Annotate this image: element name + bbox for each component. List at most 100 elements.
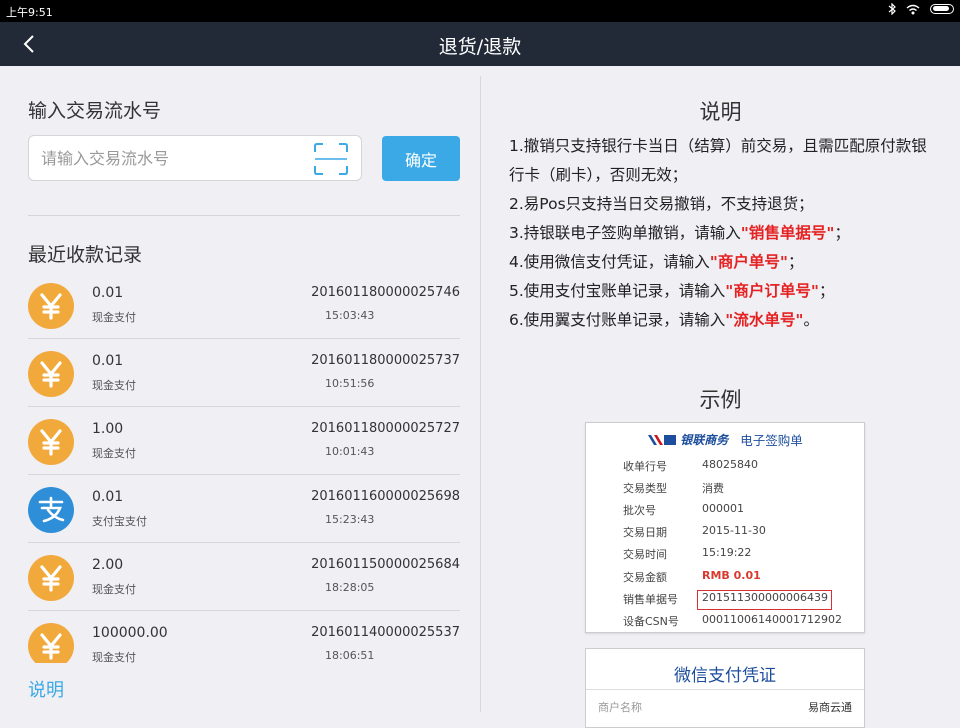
- confirm-button[interactable]: 确定: [382, 136, 460, 181]
- bluetooth-icon: [888, 3, 896, 15]
- note-item: 4.使用微信支付凭证，请输入"商户单号"；: [509, 248, 939, 277]
- note-highlight: "商户订单号": [725, 282, 819, 300]
- yuan-icon: [28, 419, 74, 465]
- note-text: 1.撤销只支持银行卡当日（结算）前交易，且需匹配原付款银行卡（刷卡），否则无效；: [509, 137, 927, 184]
- record-time: 18:28:05: [325, 581, 375, 594]
- record-row[interactable]: 2.00 现金支付 201601150000025684 18:28:05: [28, 543, 460, 611]
- record-method: 现金支付: [92, 651, 136, 663]
- receipt-row-value: 2015-11-30: [702, 524, 766, 537]
- record-number: 201601180000025737: [311, 353, 460, 368]
- record-row[interactable]: 0.01 现金支付 201601180000025737 10:51:56: [28, 339, 460, 407]
- record-method: 现金支付: [92, 583, 136, 596]
- record-time: 18:06:51: [325, 649, 375, 662]
- app-bar: 退货/退款: [0, 22, 960, 66]
- record-row[interactable]: 100000.00 现金支付 201601140000025537 18:06:51: [28, 611, 460, 663]
- record-number: 201601180000025746: [311, 285, 460, 300]
- record-row[interactable]: 0.01 支付宝支付 201601160000025698 15:23:43: [28, 475, 460, 543]
- note-highlight: "流水单号": [725, 311, 804, 329]
- record-number: 201601150000025684: [311, 557, 460, 572]
- record-row[interactable]: 1.00 现金支付 201601180000025727 10:01:43: [28, 407, 460, 475]
- record-time: 15:23:43: [325, 513, 375, 526]
- section-divider: [28, 215, 460, 216]
- receipt-row-value: 15:19:22: [702, 546, 752, 559]
- note-text: 5.使用支付宝账单记录，请输入: [509, 282, 726, 300]
- note-highlight: "销售单据号": [740, 224, 835, 242]
- receipt-row-label: 交易日期: [623, 526, 667, 539]
- record-amount: 0.01: [92, 489, 124, 505]
- battery-icon: [930, 4, 954, 14]
- record-number: 201601140000025537: [311, 625, 460, 640]
- record-time: 15:03:43: [325, 309, 375, 322]
- receipt-row-value: RMB 0.01: [702, 569, 761, 582]
- status-bar: 上午9:51: [0, 0, 960, 22]
- serial-number-input[interactable]: [41, 146, 311, 170]
- record-time: 10:51:56: [325, 377, 375, 390]
- record-amount: 0.01: [92, 353, 124, 369]
- record-number: 201601160000025698: [311, 489, 460, 504]
- receipt-row-label: 批次号: [623, 504, 656, 517]
- record-method: 支付宝支付: [92, 515, 147, 528]
- receipt-row-value: 00011006140001712902: [702, 613, 842, 626]
- note-text: 6.使用翼支付账单记录，请输入: [509, 311, 726, 329]
- record-method: 现金支付: [92, 447, 136, 460]
- record-row[interactable]: 0.01 现金支付 201601180000025746 15:03:43: [28, 271, 460, 339]
- receipt-row-value: 消费: [702, 482, 724, 495]
- record-amount: 2.00: [92, 557, 124, 573]
- input-section-title: 输入交易流水号: [28, 100, 162, 122]
- status-icons: [888, 3, 954, 15]
- note-text: 4.使用微信支付凭证，请输入: [509, 253, 710, 271]
- note-highlight: "商户单号": [709, 253, 788, 271]
- note-text: 2.易Pos只支持当日交易撤销，不支持退货；: [509, 195, 814, 213]
- highlight-box: [697, 590, 832, 610]
- receipt-header: 银联商务 电子签购单: [586, 430, 864, 449]
- record-amount: 1.00: [92, 421, 124, 437]
- explain-title: 说明: [699, 100, 742, 124]
- note-text: 3.持银联电子签购单撤销，请输入: [509, 224, 741, 242]
- records-list: 0.01 现金支付 201601180000025746 15:03:43 0.01 现金…: [28, 271, 460, 663]
- unionpay-logo-icon: [648, 434, 677, 445]
- note-item: 3.持银联电子签购单撤销，请输入"销售单据号"；: [509, 219, 939, 248]
- receipt-doc-name: 电子签购单: [740, 433, 803, 448]
- explain-link[interactable]: 说明: [28, 676, 64, 702]
- alipay-icon: [28, 487, 74, 533]
- wechat-divider: [586, 689, 864, 690]
- receipt-row-value: 48025840: [702, 458, 758, 471]
- unionpay-logo: 银联商务: [647, 431, 728, 448]
- receipt-row-label: 交易金额: [623, 571, 667, 584]
- note-item: 1.撤销只支持银行卡当日（结算）前交易，且需匹配原付款银行卡（刷卡），否则无效；: [509, 132, 939, 190]
- note-item: 5.使用支付宝账单记录，请输入"商户订单号"；: [509, 277, 939, 306]
- record-amount: 0.01: [92, 285, 124, 301]
- record-number: 201601180000025727: [311, 421, 460, 436]
- record-time: 10:01:43: [325, 445, 375, 458]
- serial-input-box: [28, 135, 362, 181]
- note-item: 2.易Pos只支持当日交易撤销，不支持退货；: [509, 190, 939, 219]
- left-panel: 输入交易流水号 确定 最近收款记录 0.01 现金支付 20160118000002…: [0, 66, 480, 720]
- yuan-icon: [28, 623, 74, 663]
- receipt-row-label: 设备CSN号: [623, 615, 679, 628]
- receipt-row-label: 销售单据号: [623, 593, 678, 606]
- record-amount: 100000.00: [92, 625, 168, 641]
- status-time: 上午9:51: [6, 6, 53, 19]
- note-suffix: 。: [803, 311, 819, 329]
- receipt-row-label: 交易类型: [623, 482, 667, 495]
- record-method: 现金支付: [92, 379, 136, 392]
- yuan-icon: [28, 351, 74, 397]
- receipt-row-value: 000001: [702, 502, 744, 515]
- wifi-icon: [906, 4, 920, 14]
- unionpay-logo-text: 银联商务: [680, 433, 729, 447]
- record-method: 现金支付: [92, 311, 136, 324]
- note-item: 6.使用翼支付账单记录，请输入"流水单号"。: [509, 306, 939, 335]
- records-title: 最近收款记录: [28, 244, 143, 266]
- yuan-icon: [28, 555, 74, 601]
- note-suffix: ；: [787, 253, 804, 271]
- receipt-example: 银联商务 电子签购单 收单行号 48025840 交易类型 消费批次号 000001 交易…: [585, 422, 865, 633]
- merchant-label: 商户名称: [598, 701, 642, 714]
- note-suffix: ；: [834, 224, 850, 242]
- receipt-row-label: 收单行号: [623, 460, 667, 473]
- yuan-icon: [28, 283, 74, 329]
- right-panel: 说明 1.撤销只支持银行卡当日（结算）前交易，且需匹配原付款银行卡（刷卡），否则…: [481, 66, 960, 728]
- scan-icon[interactable]: [314, 143, 348, 175]
- wechat-receipt-example: 微信支付凭证 商户名称 易商云通: [585, 648, 865, 728]
- wechat-title: 微信支付凭证: [674, 666, 776, 686]
- example-title: 示例: [699, 388, 742, 412]
